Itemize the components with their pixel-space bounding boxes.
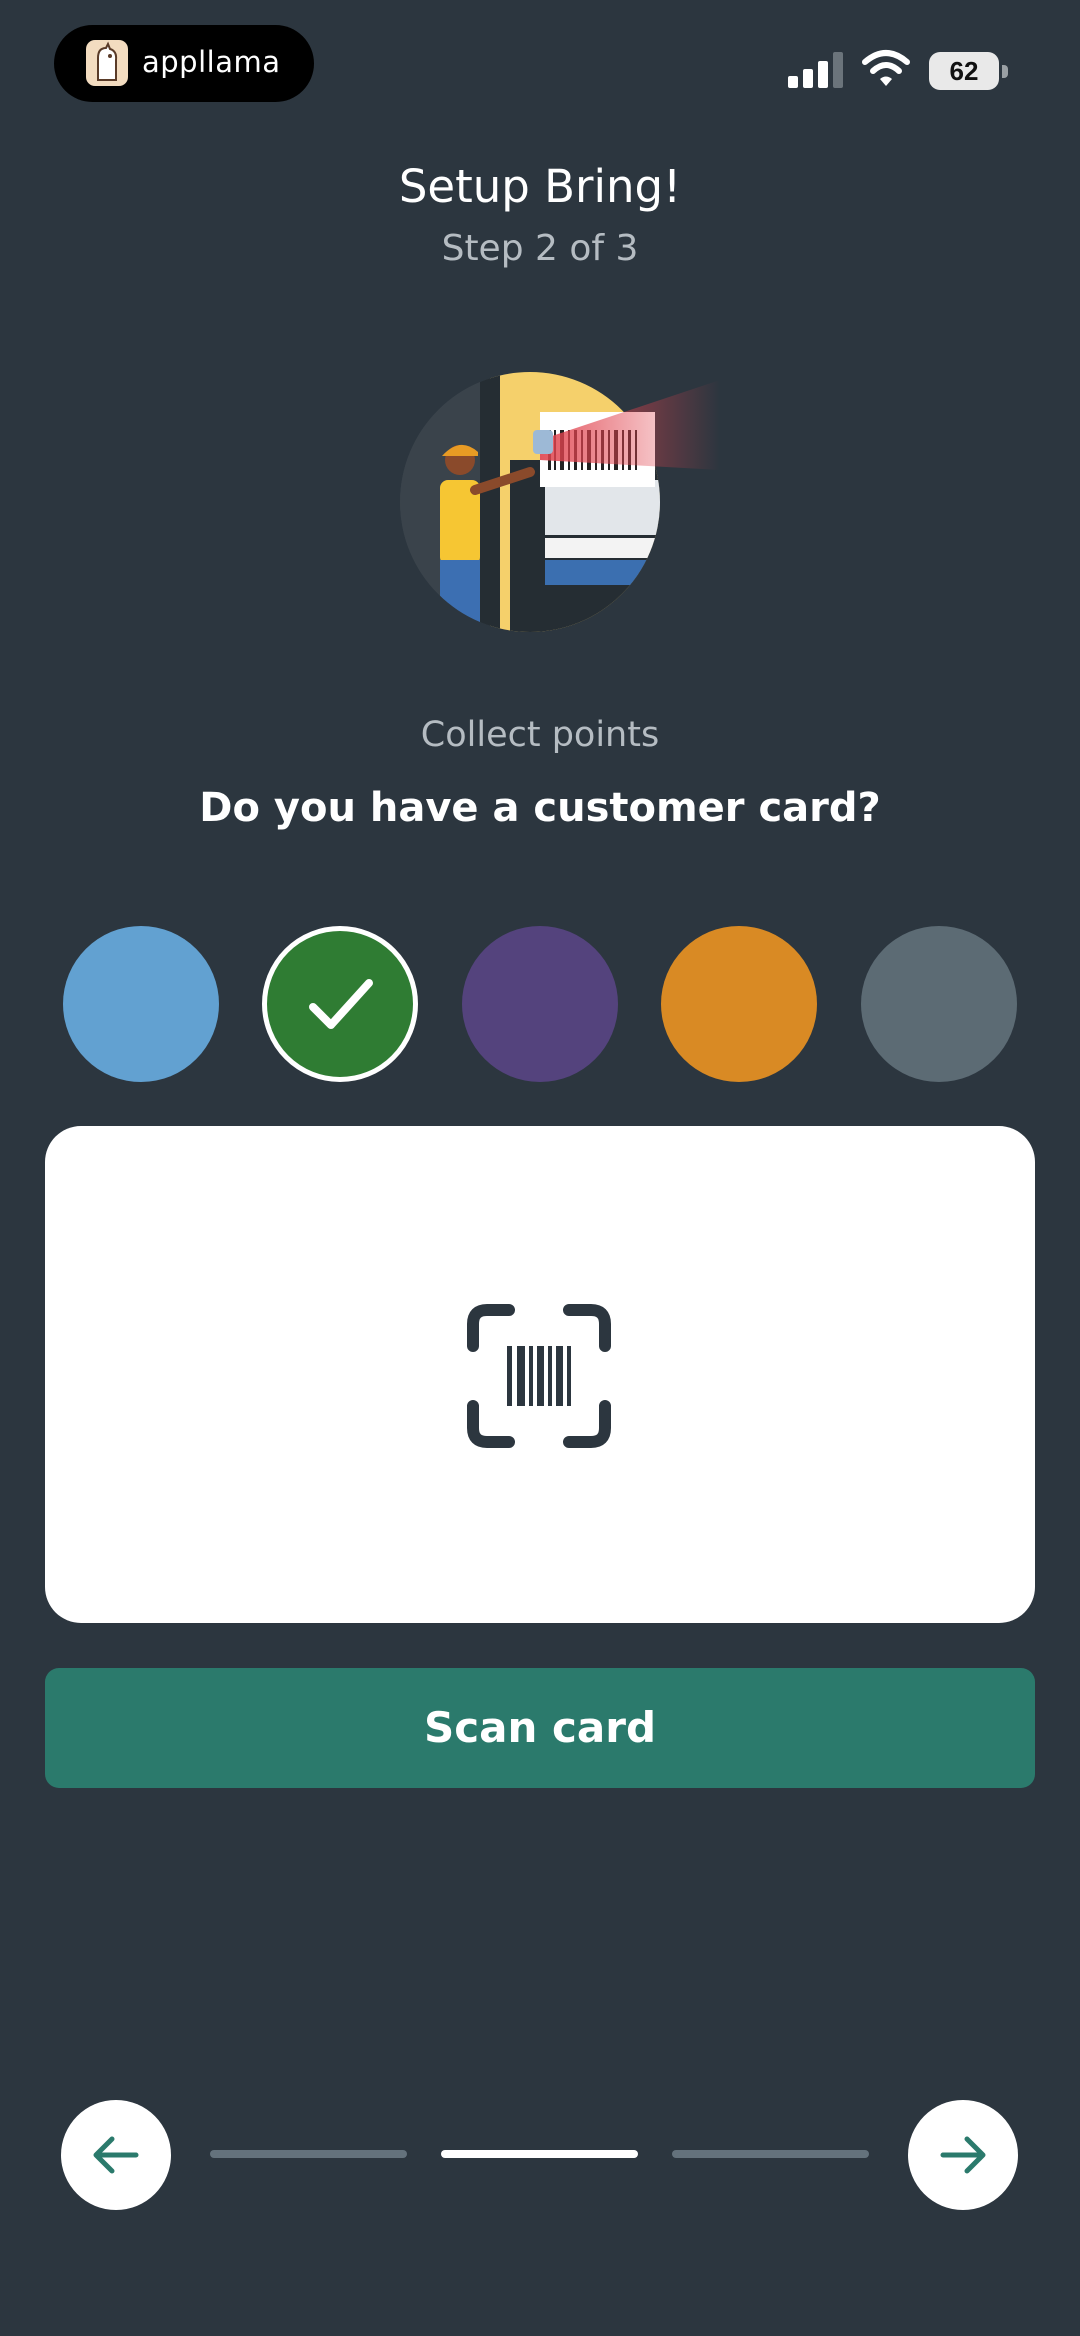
next-button[interactable]: [908, 2100, 1018, 2210]
progress-step-1: [210, 2150, 407, 2158]
scan-card-label: Scan card: [423, 1703, 657, 1752]
color-option-green[interactable]: [262, 926, 418, 1082]
cellular-signal-icon: [788, 52, 843, 88]
status-bar: appllama 62: [0, 0, 1080, 140]
color-option-gray[interactable]: [861, 926, 1017, 1082]
arrow-left-icon: [93, 2136, 139, 2174]
progress-step-3: [672, 2150, 869, 2158]
llama-logo-icon: [86, 40, 128, 86]
battery-level: 62: [949, 56, 979, 86]
section-label: Collect points: [420, 715, 660, 755]
brand-badge: appllama: [54, 25, 314, 102]
color-option-blue[interactable]: [63, 926, 219, 1082]
color-option-purple[interactable]: [462, 926, 618, 1082]
progress-step-2: [441, 2150, 638, 2158]
color-option-orange[interactable]: [661, 926, 817, 1082]
barcode-scan-illustration: [400, 372, 720, 632]
battery-icon: 62: [929, 52, 1009, 90]
step-indicator: Step 2 of 3: [441, 228, 639, 269]
card-preview[interactable]: [45, 1126, 1035, 1623]
wifi-icon: [862, 50, 910, 86]
brand-name: appllama: [142, 45, 281, 79]
arrow-right-icon: [940, 2136, 986, 2174]
checkmark-icon: [309, 979, 373, 1029]
page-title: Setup Bring!: [398, 160, 682, 213]
scan-card-button[interactable]: Scan card: [45, 1668, 1035, 1788]
barcode-scan-icon: [467, 1304, 611, 1448]
section-question: Do you have a customer card?: [199, 785, 881, 831]
back-button[interactable]: [61, 2100, 171, 2210]
